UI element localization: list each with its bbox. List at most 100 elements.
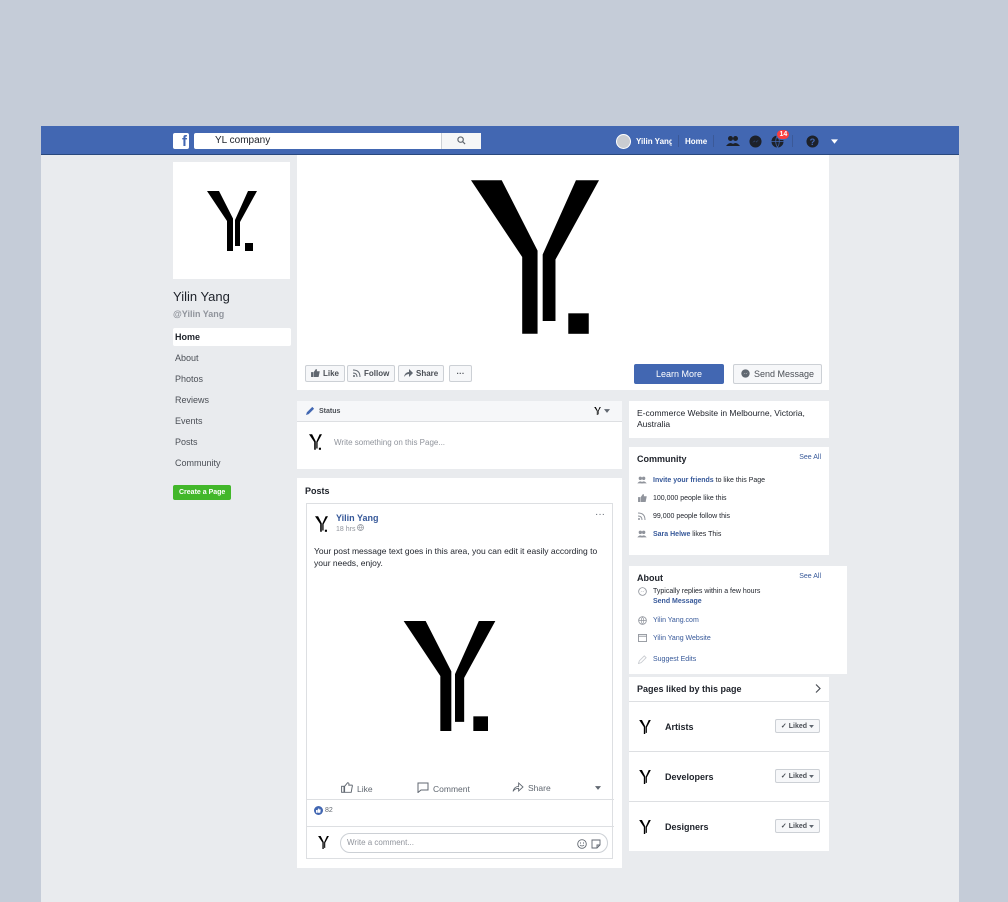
post-like-label: Like [357, 783, 373, 794]
community-see-all-link[interactable]: See All [799, 454, 821, 464]
yl-logo [403, 621, 496, 731]
svg-text:?: ? [809, 136, 815, 146]
topbar-home-link[interactable]: Home [685, 137, 707, 146]
share-page-button[interactable]: Share [398, 365, 445, 382]
pages-liked-title: Pages liked by this page [637, 684, 742, 694]
status-input-row[interactable]: Write something on this Page... [297, 422, 622, 462]
caret-down-icon[interactable] [825, 132, 843, 150]
sidebar-item-home[interactable]: Home [173, 328, 291, 346]
messenger-icon[interactable] [746, 132, 764, 150]
search-input[interactable]: YL company [194, 133, 481, 149]
community-card: Community See All Invite your friends to… [629, 447, 829, 555]
comment-row: Write a comment... [307, 826, 614, 860]
about-card: About See All Typically replies within a… [629, 566, 847, 674]
yl-logo[interactable] [315, 516, 328, 532]
about-header: About See All [629, 566, 829, 583]
profile-picture[interactable] [173, 162, 290, 279]
globe-icon[interactable]: 14 [768, 129, 791, 150]
sidebar-item-posts[interactable]: Posts [173, 432, 291, 453]
like-page-button[interactable]: Like [305, 365, 346, 382]
emoji-icon[interactable] [577, 838, 587, 856]
posts-title: Posts [305, 486, 330, 496]
friends-icon [637, 530, 647, 538]
reaction-count: 82 [325, 807, 333, 814]
sidebar-nav: Home About Photos Reviews Events Posts C… [173, 328, 291, 474]
comment-icon [417, 782, 429, 795]
avatar[interactable] [616, 133, 631, 149]
sidebar-item-photos[interactable]: Photos [173, 369, 291, 390]
liked-button[interactable]: ✓ Liked [774, 719, 820, 733]
post-comment-button[interactable]: Comment [417, 782, 470, 795]
sidebar-item-about[interactable]: About [173, 348, 291, 369]
page-description: E-commerce Website in Melbourne, Victori… [637, 408, 805, 429]
more-options-button[interactable]: ··· [449, 365, 472, 382]
check-icon: ✓ [780, 773, 787, 780]
about-send-message-link[interactable]: Send Message [653, 598, 702, 605]
liked-page-row[interactable]: Artists ✓ Liked [629, 701, 829, 751]
replies-text: Typically replies within a few hours [653, 588, 761, 595]
messenger-icon [741, 368, 750, 380]
send-message-button[interactable]: Send Message [733, 364, 822, 384]
yl-logo [639, 719, 651, 734]
liked-page-name[interactable]: Developers [665, 772, 714, 782]
follow-button[interactable]: Follow [347, 365, 396, 382]
post-options-icon[interactable]: ··· [595, 509, 605, 520]
about-replies-row: Typically replies within a few hours Sen… [629, 587, 847, 611]
liked-button-label: Liked [788, 773, 808, 780]
liked-page-row[interactable]: Developers ✓ Liked [629, 751, 829, 801]
post-card: Yilin Yang 18 hrs ··· Your post message … [306, 503, 614, 860]
learn-more-button[interactable]: Learn More [634, 364, 724, 384]
help-icon[interactable]: ? [803, 132, 821, 150]
liked-page-name[interactable]: Designers [665, 822, 709, 832]
follow-label: Follow [364, 369, 390, 378]
chevron-right-icon[interactable] [815, 684, 821, 701]
comment-input[interactable]: Write a comment... [340, 833, 608, 853]
website2-link[interactable]: Yilin Yang Website [653, 635, 711, 642]
friend-suffix: likes This [690, 530, 722, 538]
liked-page-name[interactable]: Artists [665, 722, 694, 732]
liked-button-label: Liked [788, 823, 808, 830]
caret-down-icon [809, 725, 814, 728]
website-link[interactable]: Yilin Yang.com [653, 617, 699, 624]
post-timestamp[interactable]: 18 hrs [336, 524, 379, 533]
divider [792, 135, 794, 147]
post-like-button[interactable]: Like [341, 782, 373, 795]
search-icon[interactable] [441, 133, 481, 149]
topbar-user-name[interactable]: Yilin Yang [636, 137, 672, 146]
sticker-icon[interactable] [591, 838, 601, 856]
about-suggest-row: Suggest Edits [629, 647, 847, 671]
sidebar-item-reviews[interactable]: Reviews [173, 390, 291, 411]
check-icon: ✓ [780, 823, 787, 830]
yl-logo [594, 407, 601, 415]
yl-logo [318, 836, 329, 849]
post-author[interactable]: Yilin Yang [336, 513, 379, 523]
create-page-button[interactable]: Create a Page [173, 485, 232, 500]
yl-logo [206, 190, 257, 251]
posting-as-selector[interactable] [594, 407, 610, 415]
caret-down-icon[interactable] [595, 786, 601, 790]
about-see-all-link[interactable]: See All [799, 573, 821, 583]
invite-friends-link[interactable]: Invite your friends [653, 477, 714, 484]
divider [678, 135, 679, 147]
sidebar-item-community[interactable]: Community [173, 453, 291, 474]
liked-button[interactable]: ✓ Liked [774, 769, 820, 783]
invite-suffix: to like this Page [713, 476, 766, 484]
liked-button[interactable]: ✓ Liked [774, 819, 820, 833]
yl-logo [639, 769, 651, 784]
facebook-logo-icon[interactable]: f [173, 133, 189, 149]
suggest-edits-link[interactable]: Suggest Edits [653, 656, 696, 663]
thumbs-up-icon [341, 782, 353, 795]
post-share-button[interactable]: Share [512, 782, 551, 794]
friend-name-link[interactable]: Sara Helwe [653, 531, 690, 538]
reaction-summary[interactable]: 82 [314, 806, 333, 815]
community-friend-row: Sara Helwe likes This [629, 525, 829, 543]
friends-icon[interactable] [724, 132, 742, 150]
share-arrow-icon [404, 368, 413, 379]
pages-liked-card: Pages liked by this page Artists ✓ Liked… [629, 677, 829, 851]
sidebar-item-events[interactable]: Events [173, 411, 291, 432]
post-image[interactable] [402, 621, 497, 736]
liked-button-label: Liked [788, 723, 808, 730]
liked-page-row[interactable]: Designers ✓ Liked [629, 801, 829, 851]
status-composer: Status Write something on this Page... [297, 401, 622, 469]
status-tab-label[interactable]: Status [319, 408, 340, 415]
